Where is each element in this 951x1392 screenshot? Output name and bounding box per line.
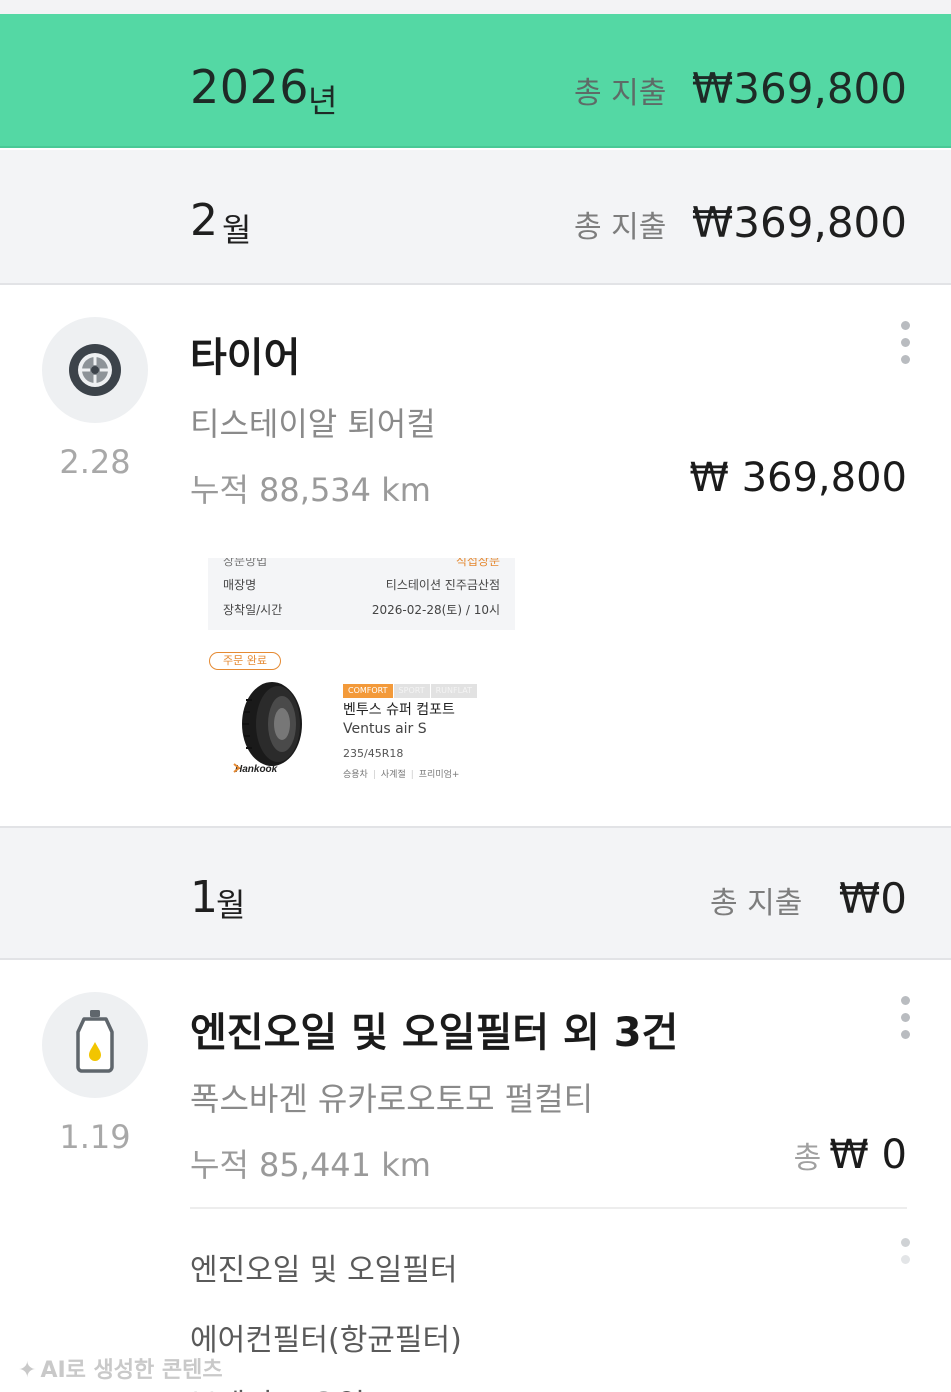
tag-comfort: COMFORT: [343, 684, 393, 698]
month-total-label: 총 지출: [710, 886, 803, 921]
year-number: 2026: [190, 60, 310, 114]
order-status-badge: 주문 완료: [209, 652, 281, 670]
receipt-method-label: 장문방법: [223, 558, 268, 568]
category-icon-circle: [42, 317, 148, 423]
record-title: 엔진오일 및 오일필터 외 3건: [190, 1010, 679, 1056]
product-name-kr: 벤투스 슈퍼 컴포트: [343, 702, 455, 718]
record-price-prefix: 총: [793, 1141, 822, 1176]
year-total-label: 총 지출: [574, 76, 667, 111]
product-meta: 승용차 | 사계절 | 프리미엄+: [343, 770, 460, 780]
month-total-value: ₩369,800: [691, 198, 907, 247]
month-total-label: 총 지출: [574, 210, 667, 245]
record-odometer: 누적 85,441 km: [190, 1146, 431, 1184]
expense-record-engine-oil[interactable]: 1.19 엔진오일 및 오일필터 외 3건 폭스바겐 유카로오토모 펄컬티 누적…: [0, 960, 951, 1392]
divider: [190, 1207, 907, 1209]
product-name-en: Ventus air S: [343, 721, 427, 737]
record-price-value: ₩ 0: [829, 1132, 907, 1178]
receipt-method-value: 직접장문: [455, 558, 500, 568]
month-number: 1: [190, 872, 218, 923]
record-price: 총 ₩ 0: [794, 1132, 907, 1178]
top-strip: [0, 0, 951, 14]
hankook-logo: Hankook: [235, 764, 278, 775]
record-price: ₩ 369,800: [689, 455, 907, 501]
month-unit: 월: [222, 211, 252, 249]
ai-watermark: ✦ AI로 생성한 콘텐츠: [18, 1358, 223, 1383]
sub-item-options-icon[interactable]: [897, 1238, 913, 1268]
month-unit: 월: [216, 886, 246, 924]
tire-icon: [69, 344, 121, 396]
record-date: 1.19: [59, 1118, 131, 1156]
sub-item[interactable]: 엔진오일 및 오일필터: [190, 1245, 457, 1289]
month-number: 2: [190, 195, 218, 246]
year-unit: 년: [308, 82, 338, 120]
receipt-time-label: 장착일/시간: [223, 603, 283, 617]
tire-product-image[interactable]: Hankook: [232, 680, 314, 780]
receipt-store-value: 티스테이션 진주금산점: [385, 578, 500, 592]
month-total-value: ₩0: [838, 874, 907, 923]
tag-runflat: RUNFLAT: [430, 684, 477, 698]
more-options-icon[interactable]: [897, 321, 913, 367]
sparkle-icon: ✦: [18, 1358, 37, 1383]
record-shop: 폭스바겐 유카로오토모 펄컬티: [190, 1080, 594, 1118]
month-header-jan[interactable]: 1 월 총 지출 ₩0: [0, 826, 951, 960]
record-title: 타이어: [190, 335, 301, 381]
month-header-feb[interactable]: 2 월 총 지출 ₩369,800: [0, 150, 951, 285]
expense-record-tire[interactable]: 2.28 타이어 티스테이알 퇴어컬 누적 88,534 km ₩ 369,80…: [0, 285, 951, 826]
year-total-value: ₩369,800: [691, 64, 907, 113]
receipt-time-value: 2026-02-28(토) / 10시: [371, 603, 500, 617]
more-options-icon[interactable]: [897, 996, 913, 1042]
receipt-attachment[interactable]: 장문방법 직접장문 매장명 티스테이션 진주금산점 장착일/시간 2026-02…: [208, 558, 515, 630]
year-header[interactable]: 2026 년 총 지출 ₩369,800: [0, 14, 951, 148]
product-tags: COMFORT SPORT RUNFLAT: [343, 678, 478, 698]
sub-item[interactable]: 에어컨필터(항균필터): [190, 1315, 462, 1359]
record-odometer: 누적 88,534 km: [190, 471, 431, 509]
record-date: 2.28: [59, 443, 131, 481]
tag-sport: SPORT: [393, 684, 430, 698]
product-size: 235/45R18: [343, 747, 404, 760]
category-icon-circle: [42, 992, 148, 1098]
record-shop: 티스테이알 퇴어컬: [190, 405, 436, 443]
engine-oil-icon: [76, 1010, 114, 1073]
receipt-store-label: 매장명: [223, 578, 257, 592]
